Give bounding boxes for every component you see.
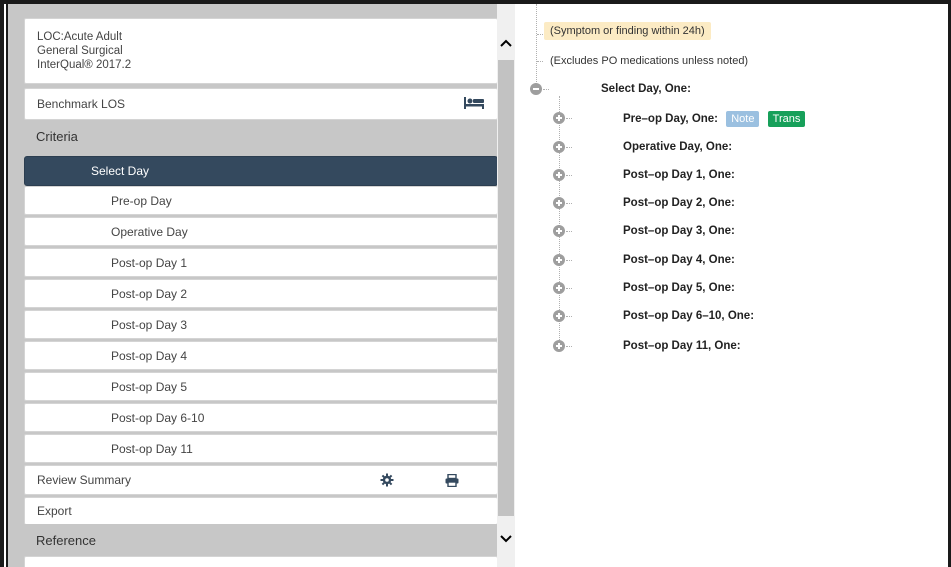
pre-op-day-node: Pre–op Day, One: Note Trans: [623, 111, 806, 127]
plus-circle-icon[interactable]: [553, 141, 565, 153]
review-summary-item[interactable]: Review Summary: [24, 465, 497, 495]
tree-connector: [537, 34, 543, 35]
review-summary-label: Review Summary: [37, 473, 132, 487]
tree-connector: [566, 346, 572, 347]
post-op-day-3-node: Post–op Day 3, One:: [623, 225, 735, 237]
nav-item-operative-day[interactable]: Operative Day: [24, 217, 497, 246]
post-op-day-11-node: Post–op Day 11, One:: [623, 340, 741, 352]
nav-item-post-op-day-11[interactable]: Post-op Day 11: [24, 434, 497, 463]
plus-circle-icon[interactable]: [553, 254, 565, 266]
bed-icon[interactable]: [463, 96, 485, 113]
nav-item-post-op-day-2[interactable]: Post-op Day 2: [24, 279, 497, 308]
nav-item-post-op-day-4[interactable]: Post-op Day 4: [24, 341, 497, 370]
excludes-note: (Excludes PO medications unless noted): [550, 55, 749, 67]
tree-connector: [566, 147, 572, 148]
scroll-down-icon[interactable]: [497, 530, 515, 548]
scrollbar-thumb[interactable]: [498, 60, 514, 516]
symptom-note: (Symptom or finding within 24h): [544, 22, 711, 40]
reference-item-partial[interactable]: [24, 556, 497, 567]
tree-connector: [566, 203, 572, 204]
nav-item-post-op-day-6-10[interactable]: Post-op Day 6-10: [24, 403, 497, 432]
tree-connector: [566, 316, 572, 317]
nav-item-post-op-day-3[interactable]: Post-op Day 3: [24, 310, 497, 339]
symptom-note-text: (Symptom or finding within 24h): [544, 22, 711, 40]
note-badge[interactable]: Note: [726, 111, 760, 127]
loc-line-2: General Surgical: [37, 45, 123, 57]
plus-circle-icon[interactable]: [553, 112, 565, 124]
benchmark-los-item[interactable]: Benchmark LOS: [24, 88, 497, 120]
pre-op-day-node-label: Pre–op Day, One:: [623, 113, 719, 125]
tree-connector: [537, 61, 543, 62]
select-day-item[interactable]: Select Day: [24, 156, 497, 186]
criteria-tree-panel: (Symptom or finding within 24h) (Exclude…: [515, 4, 948, 567]
loc-line-1: LOC:Acute Adult: [37, 31, 123, 43]
plus-circle-icon[interactable]: [553, 169, 565, 181]
post-op-day-5-node: Post–op Day 5, One:: [623, 282, 735, 294]
reference-section-header[interactable]: Reference: [24, 524, 497, 556]
tree-connector: [566, 288, 572, 289]
post-op-day-6-10-node: Post–op Day 6–10, One:: [623, 310, 755, 322]
window-frame-left: [0, 0, 4, 567]
left-panel-scrollbar[interactable]: [497, 4, 515, 567]
printer-icon[interactable]: [445, 473, 459, 490]
tree-connector: [536, 4, 537, 82]
tree-connector: [566, 260, 572, 261]
criteria-section-header[interactable]: Criteria: [24, 120, 497, 152]
plus-circle-icon[interactable]: [553, 340, 565, 352]
scroll-up-icon[interactable]: [497, 34, 515, 52]
select-day-node: Select Day, One:: [601, 83, 691, 95]
tree-connector: [543, 89, 549, 90]
loc-info-box: LOC:Acute Adult General Surgical InterQu…: [24, 18, 497, 84]
operative-day-node: Operative Day, One:: [623, 141, 733, 153]
post-op-day-1-node: Post–op Day 1, One:: [623, 169, 735, 181]
plus-circle-icon[interactable]: [553, 225, 565, 237]
plus-circle-icon[interactable]: [553, 282, 565, 294]
tree-connector: [566, 175, 572, 176]
nav-item-post-op-day-1[interactable]: Post-op Day 1: [24, 248, 497, 277]
loc-line-3: InterQual® 2017.2: [37, 59, 132, 71]
plus-circle-icon[interactable]: [553, 197, 565, 209]
tree-connector: [559, 96, 560, 346]
tree-connector: [566, 118, 572, 119]
gear-icon[interactable]: [380, 473, 394, 490]
nav-item-post-op-day-5[interactable]: Post-op Day 5: [24, 372, 497, 401]
export-item[interactable]: Export: [24, 497, 497, 525]
left-navigation-panel: LOC:Acute Adult General Surgical InterQu…: [8, 4, 497, 567]
benchmark-los-label: Benchmark LOS: [37, 97, 126, 111]
post-op-day-2-node: Post–op Day 2, One:: [623, 197, 735, 209]
minus-circle-icon[interactable]: [530, 83, 542, 95]
nav-item-pre-op-day[interactable]: Pre-op Day: [24, 186, 497, 215]
trans-badge[interactable]: Trans: [767, 111, 806, 127]
plus-circle-icon[interactable]: [553, 310, 565, 322]
tree-connector: [566, 231, 572, 232]
post-op-day-4-node: Post–op Day 4, One:: [623, 254, 735, 266]
